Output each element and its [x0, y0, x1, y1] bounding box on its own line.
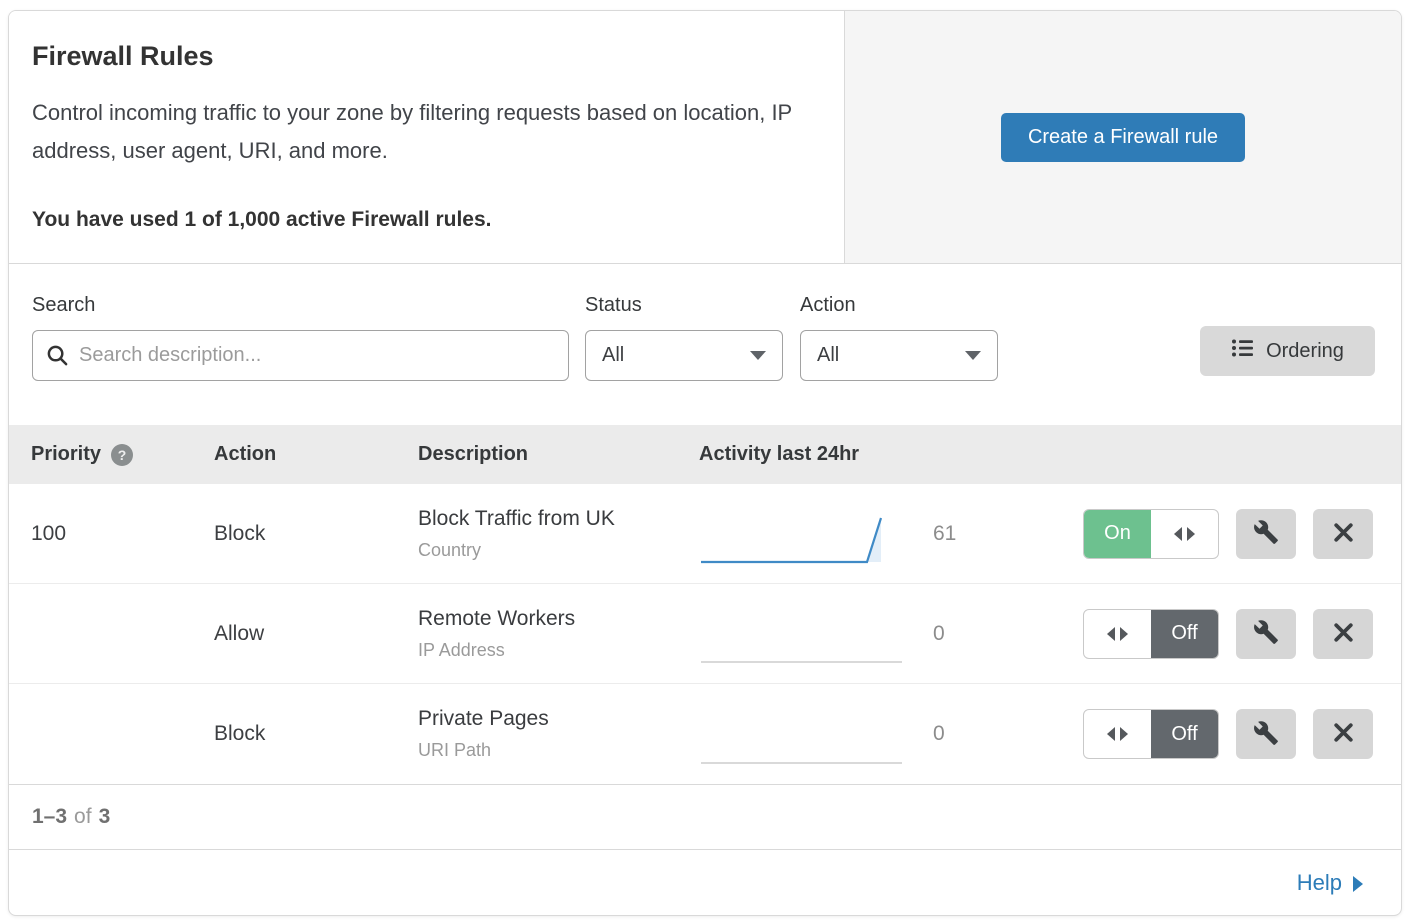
- action-label: Action: [800, 294, 1015, 317]
- header-section: Firewall Rules Control incoming traffic …: [9, 11, 1401, 264]
- search-label: Search: [32, 294, 585, 317]
- ordering-button-label: Ordering: [1266, 340, 1344, 363]
- search-input[interactable]: [32, 330, 569, 381]
- help-bar: Help: [9, 849, 1401, 915]
- activity-count: 0: [909, 722, 999, 746]
- ordering-list-icon: [1231, 337, 1253, 365]
- help-link-label: Help: [1297, 870, 1342, 896]
- search-icon: [46, 344, 69, 367]
- rule-priority: 100: [9, 522, 214, 546]
- toggle-arrows-icon[interactable]: [1151, 510, 1218, 558]
- column-priority: Priority: [31, 443, 101, 466]
- activity-sparkline: [699, 599, 909, 668]
- activity-sparkline: [699, 700, 909, 769]
- status-selected-value: All: [602, 344, 624, 367]
- rule-action: Block: [214, 522, 418, 546]
- toggle-state-segment[interactable]: On: [1084, 510, 1151, 558]
- header-text-block: Firewall Rules Control incoming traffic …: [9, 11, 844, 263]
- action-selected-value: All: [817, 344, 839, 367]
- close-icon: [1331, 720, 1356, 748]
- rule-type: URI Path: [418, 740, 699, 761]
- chevron-down-icon: [750, 351, 766, 360]
- status-label: Status: [585, 294, 800, 317]
- rule-type: IP Address: [418, 640, 699, 661]
- pagination-of: of: [74, 805, 92, 829]
- header-action-area: Create a Firewall rule: [844, 11, 1401, 263]
- edit-rule-button[interactable]: [1236, 609, 1296, 659]
- column-activity: Activity last 24hr: [699, 443, 909, 466]
- ordering-button[interactable]: Ordering: [1200, 326, 1375, 376]
- toggle-state-segment[interactable]: Off: [1151, 610, 1218, 658]
- pagination-total: 3: [99, 805, 111, 829]
- rule-description-cell: Block Traffic from UK Country: [418, 507, 699, 561]
- wrench-icon: [1253, 720, 1279, 749]
- edit-rule-button[interactable]: [1236, 709, 1296, 759]
- table-row: Block Private Pages URI Path 0 Off: [9, 684, 1401, 784]
- activity-count: 61: [909, 522, 999, 546]
- table-header-row: Priority ? Action Description Activity l…: [9, 425, 1401, 484]
- help-link[interactable]: Help: [1297, 870, 1363, 896]
- page-description: Control incoming traffic to your zone by…: [32, 94, 807, 170]
- wrench-icon: [1253, 519, 1279, 548]
- rule-description-cell: Remote Workers IP Address: [418, 607, 699, 661]
- rule-type: Country: [418, 540, 699, 561]
- usage-note: You have used 1 of 1,000 active Firewall…: [32, 208, 804, 232]
- rule-description-cell: Private Pages URI Path: [418, 707, 699, 761]
- arrow-right-icon: [1353, 876, 1363, 892]
- pagination-range: 1–3: [32, 805, 67, 829]
- column-description: Description: [418, 443, 699, 466]
- close-icon: [1331, 620, 1356, 648]
- pagination-bar: 1–3 of 3: [9, 784, 1401, 849]
- toggle-arrows-icon[interactable]: [1084, 710, 1151, 758]
- column-action: Action: [214, 443, 418, 466]
- close-icon: [1331, 520, 1356, 548]
- toggle-arrows-icon[interactable]: [1084, 610, 1151, 658]
- edit-rule-button[interactable]: [1236, 509, 1296, 559]
- chevron-down-icon: [965, 351, 981, 360]
- delete-rule-button[interactable]: [1313, 609, 1373, 659]
- action-select[interactable]: All: [800, 330, 998, 381]
- status-select[interactable]: All: [585, 330, 783, 381]
- wrench-icon: [1253, 619, 1279, 648]
- toggle-state-segment[interactable]: Off: [1151, 710, 1218, 758]
- enable-toggle[interactable]: On: [1083, 509, 1219, 559]
- filter-bar: Search Status All Action All: [9, 264, 1401, 425]
- priority-help-icon[interactable]: ?: [111, 444, 133, 466]
- enable-toggle[interactable]: Off: [1083, 609, 1219, 659]
- activity-sparkline: [699, 499, 909, 568]
- rule-description: Block Traffic from UK: [418, 507, 699, 531]
- delete-rule-button[interactable]: [1313, 709, 1373, 759]
- rule-description: Remote Workers: [418, 607, 699, 631]
- page-title: Firewall Rules: [32, 41, 804, 72]
- activity-count: 0: [909, 622, 999, 646]
- create-firewall-rule-button[interactable]: Create a Firewall rule: [1001, 113, 1245, 162]
- delete-rule-button[interactable]: [1313, 509, 1373, 559]
- rule-action: Block: [214, 722, 418, 746]
- table-body: 100 Block Block Traffic from UK Country …: [9, 484, 1401, 784]
- table-row: 100 Block Block Traffic from UK Country …: [9, 484, 1401, 584]
- table-row: Allow Remote Workers IP Address 0 Off: [9, 584, 1401, 684]
- rule-description: Private Pages: [418, 707, 699, 731]
- enable-toggle[interactable]: Off: [1083, 709, 1219, 759]
- firewall-rules-card: Firewall Rules Control incoming traffic …: [8, 10, 1402, 916]
- rule-action: Allow: [214, 622, 418, 646]
